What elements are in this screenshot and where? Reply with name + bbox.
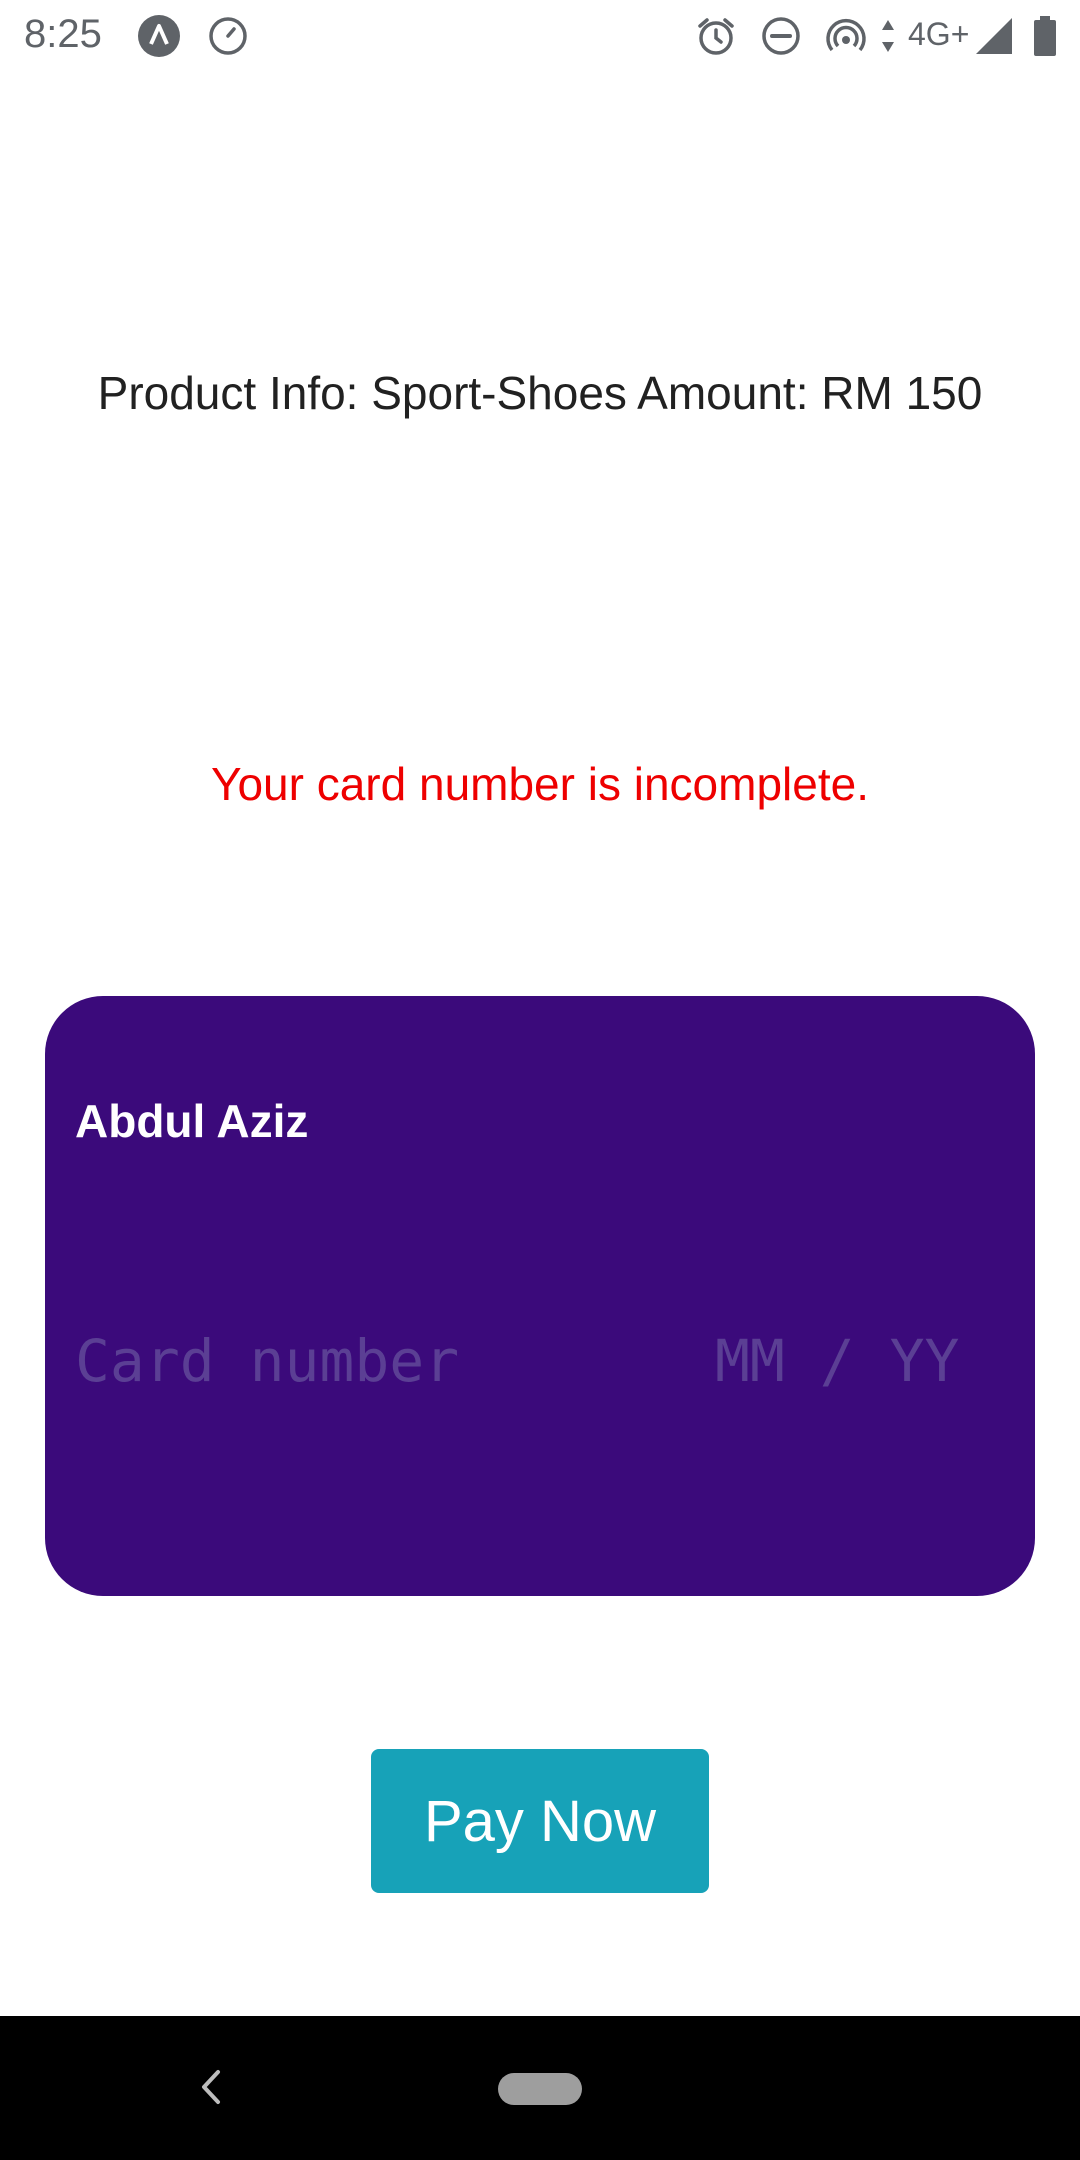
do-not-disturb-icon xyxy=(759,14,803,58)
data-arrows-icon xyxy=(876,14,900,58)
card-expiry-input[interactable] xyxy=(715,1326,1005,1396)
card-number-input[interactable] xyxy=(75,1326,655,1396)
home-pill-icon[interactable] xyxy=(498,2073,582,2105)
pay-now-button[interactable]: Pay Now xyxy=(371,1749,709,1893)
status-time: 8:25 xyxy=(24,12,102,56)
back-icon[interactable] xyxy=(190,2062,230,2112)
card-error-message: Your card number is incomplete. xyxy=(211,758,869,810)
status-bar: 8:25 4G+ xyxy=(0,0,1080,72)
timer-icon xyxy=(206,14,250,58)
alarm-icon xyxy=(694,14,738,58)
network-type-label: 4G+ xyxy=(908,16,970,52)
product-info-text: Product Info: Sport-Shoes Amount: RM 150 xyxy=(97,367,983,419)
navigation-bar xyxy=(0,2016,1080,2160)
battery-icon xyxy=(1032,14,1058,58)
payment-screen: 8:25 4G+ Product Info: Sport-Shoes Amoun… xyxy=(0,0,1080,2160)
navigation-icon xyxy=(137,14,181,58)
signal-icon xyxy=(972,14,1016,58)
credit-card-panel: Abdul Aziz xyxy=(45,996,1035,1596)
card-holder-name: Abdul Aziz xyxy=(75,1095,309,1147)
hotspot-icon xyxy=(824,14,868,58)
